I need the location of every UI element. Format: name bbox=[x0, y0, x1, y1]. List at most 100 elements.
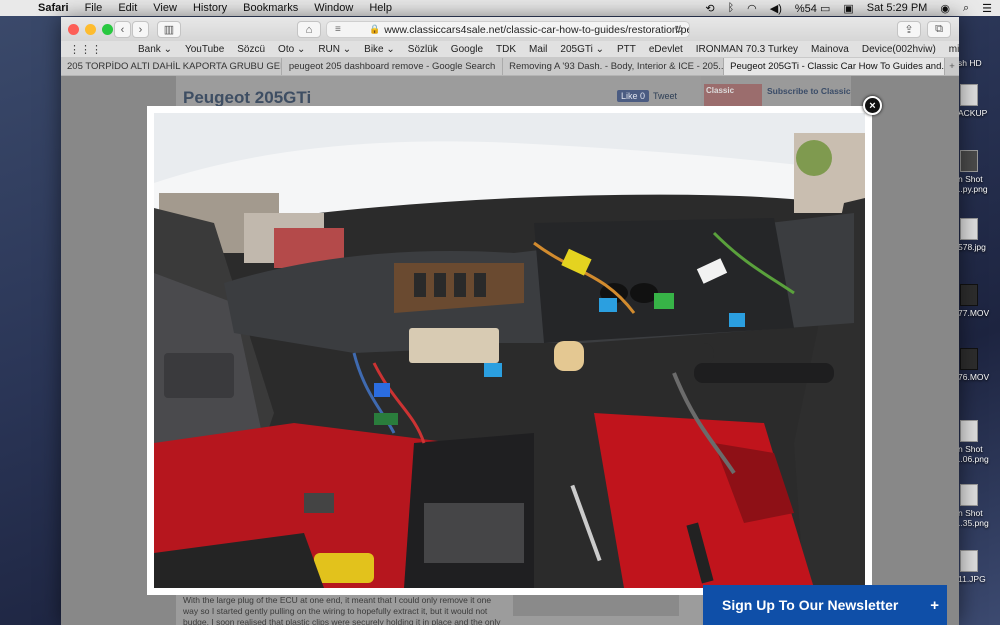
wifi-icon[interactable]: ◠ bbox=[747, 2, 757, 15]
forward-button[interactable]: › bbox=[132, 21, 149, 38]
lock-icon: 🔒 bbox=[369, 24, 381, 34]
favorite-item[interactable]: 205GTi ⌄ bbox=[560, 44, 604, 55]
close-modal-button[interactable]: × bbox=[863, 96, 882, 115]
favorite-item[interactable]: PTT bbox=[617, 44, 636, 55]
url-text: www.classiccars4sale.net/classic-car-how… bbox=[384, 23, 690, 36]
social-buttons: Like 0 Tweet bbox=[617, 90, 677, 102]
home-icon: ⌂ bbox=[305, 23, 313, 36]
favorite-item[interactable]: Google bbox=[451, 44, 483, 55]
grid-icon[interactable]: ⋮⋮⋮ bbox=[69, 43, 102, 56]
menu-bookmarks[interactable]: Bookmarks bbox=[243, 2, 298, 14]
favorite-item[interactable]: IRONMAN 70.3 Turkey bbox=[696, 44, 798, 55]
desktop-item[interactable]: ACKUP bbox=[958, 84, 1000, 118]
tab-bar: 205 TORPİDO ALTI DAHİL KAPORTA GRUBU GEN… bbox=[61, 58, 959, 76]
minimize-window-button[interactable] bbox=[85, 23, 96, 35]
subscribe-link[interactable]: Subscribe to Classic bbox=[767, 86, 851, 96]
back-button[interactable]: ‹ bbox=[114, 21, 131, 38]
article-text: With the large plug of the ECU at one en… bbox=[183, 595, 501, 625]
desktop-item-label: 76.MOV bbox=[958, 372, 990, 382]
desktop-item-label: 11.JPG bbox=[958, 574, 986, 584]
address-bar[interactable]: ≡ 🔒 www.classiccars4sale.net/classic-car… bbox=[326, 21, 690, 38]
desktop-item[interactable]: n Shot ..35.png bbox=[958, 484, 1000, 528]
favorite-item[interactable]: Bike ⌄ bbox=[364, 44, 395, 55]
window-controls bbox=[68, 23, 113, 35]
user-icon[interactable]: ◉ bbox=[940, 2, 950, 15]
favorites-bar: ⋮⋮⋮ Bank ⌄ YouTube Sözcü Oto ⌄ RUN ⌄ Bik… bbox=[61, 41, 959, 58]
favorite-item[interactable]: eDevlet bbox=[649, 44, 683, 55]
favorite-item[interactable]: Bank ⌄ bbox=[138, 44, 172, 55]
menu-app-safari[interactable]: Safari bbox=[38, 2, 69, 14]
like-button[interactable]: Like 0 bbox=[617, 90, 650, 102]
sidebar-icon: ▥ bbox=[163, 24, 175, 36]
favorite-item[interactable]: Oto ⌄ bbox=[278, 44, 305, 55]
home-button[interactable]: ⌂ bbox=[297, 21, 321, 38]
close-window-button[interactable] bbox=[68, 23, 79, 35]
newsletter-signup-button[interactable]: Sign Up To Our Newsletter + bbox=[703, 585, 947, 625]
zoom-window-button[interactable] bbox=[102, 23, 113, 35]
video-file-icon bbox=[960, 284, 978, 306]
menu-edit[interactable]: Edit bbox=[118, 2, 137, 14]
desktop-item[interactable]: 77.MOV bbox=[958, 284, 1000, 318]
input-menu-icon[interactable]: ▣ bbox=[843, 2, 853, 15]
favorite-item[interactable]: misc ⌄ bbox=[949, 44, 959, 55]
chevron-right-icon: › bbox=[138, 23, 143, 36]
share-icon: ⇪ bbox=[904, 24, 914, 36]
favorite-item[interactable]: Sözcü bbox=[237, 44, 265, 55]
tab-google-search[interactable]: peugeot 205 dashboard remove - Google Se… bbox=[282, 58, 504, 75]
menu-help[interactable]: Help bbox=[369, 2, 392, 14]
page-title: Peugeot 205GTi bbox=[183, 88, 312, 107]
video-file-icon bbox=[960, 348, 978, 370]
desktop-item-label: n Shot ..06.png bbox=[958, 444, 989, 464]
desktop-item[interactable]: sh HD bbox=[958, 58, 1000, 68]
tab-overview-button[interactable]: ⧉ bbox=[927, 21, 951, 38]
desktop-item[interactable]: n Shot ..py.png bbox=[958, 150, 1000, 194]
notification-center-icon[interactable]: ☰ bbox=[982, 2, 992, 15]
time-machine-icon[interactable]: ⟲ bbox=[705, 2, 714, 15]
favorite-item[interactable]: TDK bbox=[496, 44, 516, 55]
desktop-item[interactable]: n Shot ..06.png bbox=[958, 420, 1000, 464]
reload-icon[interactable]: ↻ bbox=[674, 24, 683, 36]
menu-clock[interactable]: Sat 5:29 PM bbox=[867, 2, 928, 14]
drive-icon bbox=[960, 84, 978, 106]
desktop-item-label: 77.MOV bbox=[958, 308, 990, 318]
tweet-button[interactable]: Tweet bbox=[653, 91, 677, 101]
share-button[interactable]: ⇪ bbox=[897, 21, 921, 38]
image-file-icon bbox=[960, 484, 978, 506]
volume-icon[interactable]: ◀) bbox=[770, 2, 782, 15]
desktop-item[interactable]: 578.jpg bbox=[958, 218, 1000, 252]
favorite-item[interactable]: Mail bbox=[529, 44, 547, 55]
newsletter-label: Sign Up To Our Newsletter bbox=[722, 597, 899, 613]
sidebar-button[interactable]: ▥ bbox=[157, 21, 181, 38]
battery-status[interactable]: %54 ▭ bbox=[795, 2, 830, 15]
favorite-item[interactable]: RUN ⌄ bbox=[318, 44, 351, 55]
favorite-item[interactable]: YouTube bbox=[185, 44, 224, 55]
menu-file[interactable]: File bbox=[85, 2, 103, 14]
browser-toolbar: ‹ › ▥ ⌂ ≡ 🔒 www.classiccars4sale.net/cla… bbox=[61, 17, 959, 41]
desktop-item-label: n Shot ..35.png bbox=[958, 508, 989, 528]
desktop-item[interactable]: 11.JPG bbox=[958, 550, 1000, 584]
new-tab-button[interactable]: + bbox=[945, 58, 959, 75]
tabs-icon: ⧉ bbox=[935, 23, 943, 35]
close-icon: × bbox=[869, 99, 876, 112]
spotlight-icon[interactable]: ⌕ bbox=[963, 2, 969, 15]
menu-window[interactable]: Window bbox=[314, 2, 353, 14]
desktop-item[interactable]: 76.MOV bbox=[958, 348, 1000, 382]
desktop-item-label: sh HD bbox=[958, 58, 982, 68]
favorite-item[interactable]: Mainova bbox=[811, 44, 849, 55]
tab-peugeot-205gti[interactable]: Peugeot 205GTi - Classic Car How To Guid… bbox=[724, 58, 946, 75]
desktop-item-label: 578.jpg bbox=[958, 242, 986, 252]
chevron-left-icon: ‹ bbox=[120, 23, 125, 36]
reader-icon[interactable]: ≡ bbox=[335, 24, 341, 35]
content-block bbox=[513, 594, 679, 616]
favorite-item[interactable]: Sözlük bbox=[408, 44, 438, 55]
menu-view[interactable]: View bbox=[153, 2, 177, 14]
image-file-icon bbox=[960, 150, 978, 172]
tab-kaporta[interactable]: 205 TORPİDO ALTI DAHİL KAPORTA GRUBU GEN… bbox=[61, 58, 283, 75]
desktop-item-label: ACKUP bbox=[958, 108, 988, 118]
lightbox-modal bbox=[147, 106, 872, 595]
tab-removing-dash[interactable]: Removing A '93 Dash. - Body, Interior & … bbox=[503, 58, 725, 75]
bluetooth-icon[interactable]: ᛒ bbox=[728, 2, 735, 14]
dashboard-photo bbox=[154, 113, 865, 588]
menu-history[interactable]: History bbox=[193, 2, 227, 14]
favorite-item[interactable]: Device(002hviw) bbox=[862, 44, 936, 55]
